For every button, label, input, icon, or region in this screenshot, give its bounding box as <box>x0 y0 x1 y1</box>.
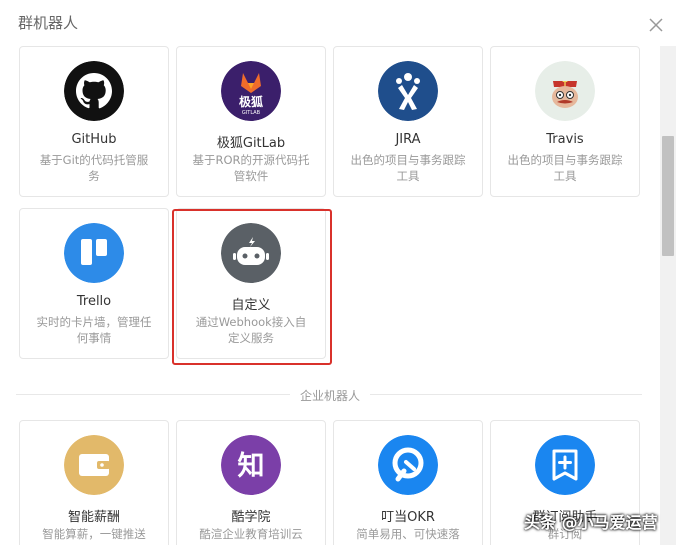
robot-desc: 通过Webhook接入自定义服务 <box>195 315 307 345</box>
robot-name: GitHub <box>71 132 117 147</box>
robot-desc: 酷渲企业教育培训云 <box>199 527 303 541</box>
robot-name: 自定义 <box>231 298 271 313</box>
scrollbar-thumb[interactable] <box>662 136 674 256</box>
scrollbar-track[interactable] <box>660 46 676 545</box>
robot-desc: 智能算薪，一键推送 <box>42 527 146 541</box>
robot-name: 叮当OKR <box>381 510 435 525</box>
robot-name: JIRA <box>395 132 421 147</box>
wallet-icon <box>64 435 124 495</box>
subscribe-plus-icon <box>535 435 595 495</box>
okr-icon <box>378 435 438 495</box>
robot-desc: 基于ROR的开源代码托管软件 <box>192 153 310 183</box>
robot-card-trello[interactable]: Trello 实时的卡片墙，管理任何事情 <box>19 208 169 359</box>
gitlab-fox-icon: 极狐 GITLAB <box>221 61 281 121</box>
robot-desc: 出色的项目与事务跟踪工具 <box>507 153 623 183</box>
robot-desc: 简单易用、可快速落 <box>356 527 460 541</box>
gitlab-icon-text: 极狐 <box>239 94 263 109</box>
robot-name: 极狐GitLab <box>216 136 286 151</box>
robot-name: Travis <box>546 132 584 147</box>
zhi-icon: 知 <box>221 435 281 495</box>
robot-name: 智能薪酬 <box>67 510 120 525</box>
robot-card-okr[interactable]: 叮当OKR 简单易用、可快速落 <box>333 420 483 545</box>
robot-icon <box>221 223 281 283</box>
robot-card-payroll[interactable]: 智能薪酬 智能算薪，一键推送 <box>19 420 169 545</box>
close-icon[interactable] <box>645 14 667 36</box>
robot-name: Trello <box>76 294 112 309</box>
watermark: 头条 @小马爱运营 <box>524 513 658 532</box>
gitlab-icon-subtext: GITLAB <box>242 110 261 116</box>
trello-icon <box>64 223 124 283</box>
robot-name: 酷学院 <box>231 510 271 525</box>
robot-desc: 基于Git的代码托管服务 <box>39 153 149 183</box>
robot-desc: 实时的卡片墙，管理任何事情 <box>36 315 152 345</box>
robot-desc: 出色的项目与事务跟踪工具 <box>350 153 466 183</box>
jira-icon <box>378 61 438 121</box>
robot-card-kuxueyuan[interactable]: 知 酷学院 酷渲企业教育培训云 <box>176 420 326 545</box>
robot-card-custom[interactable]: 自定义 通过Webhook接入自定义服务 <box>176 208 326 359</box>
zhi-icon-text: 知 <box>238 451 265 482</box>
robot-list: GitHub 基于Git的代码托管服务 极狐 GITLAB 极狐GitLab 基… <box>0 46 660 545</box>
section-title-enterprise: 企业机器人 <box>290 387 371 404</box>
robot-card-jira[interactable]: JIRA 出色的项目与事务跟踪工具 <box>333 46 483 197</box>
github-icon <box>64 61 124 121</box>
travis-icon: T <box>535 61 595 121</box>
robot-card-gitlab[interactable]: 极狐 GITLAB 极狐GitLab 基于ROR的开源代码托管软件 <box>176 46 326 197</box>
robot-card-travis[interactable]: T Travis 出色的项目与事务跟踪工具 <box>490 46 640 197</box>
dialog-title: 群机器人 <box>18 14 79 32</box>
robot-card-github[interactable]: GitHub 基于Git的代码托管服务 <box>19 46 169 197</box>
dialog-header: 群机器人 <box>0 0 676 46</box>
